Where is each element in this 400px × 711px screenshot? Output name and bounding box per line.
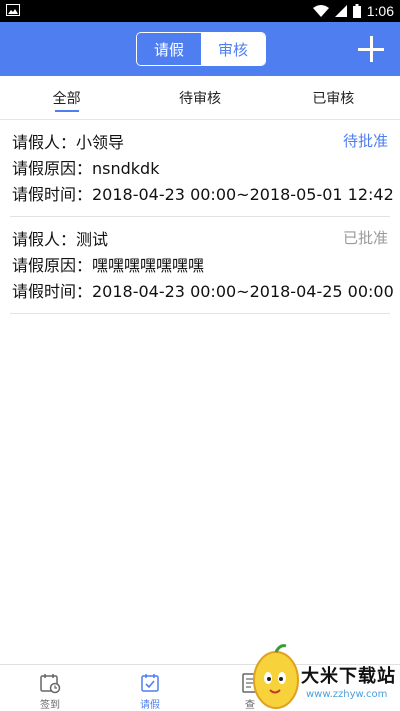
status-badge: 待批准 <box>342 132 388 150</box>
leave-time: 请假时间：2018-04-23 00:00~2018-04-25 00:00 <box>12 282 394 301</box>
segment-leave[interactable]: 请假 <box>137 33 201 65</box>
add-button[interactable] <box>358 36 384 62</box>
battery-icon <box>352 4 361 18</box>
nav-item-checkin[interactable]: 签到 <box>0 665 100 711</box>
tab-reviewed[interactable]: 已审核 <box>267 76 400 119</box>
calendar-clock-icon <box>40 674 61 694</box>
status-bar: 1:06 <box>0 0 400 22</box>
tab-pending[interactable]: 待审核 <box>133 76 266 119</box>
leave-request-list: 请假人：小领导 待批准 请假原因：nsndkdk 请假时间：2018-04-23… <box>0 120 400 314</box>
status-time: 1:06 <box>366 3 394 19</box>
calendar-check-icon <box>141 674 159 692</box>
nav-label: 请假 <box>140 700 160 711</box>
watermark-text: 大米下载站 <box>301 666 396 687</box>
app-header: 请假 审核 <box>0 22 400 76</box>
list-item[interactable]: 请假人：小领导 待批准 请假原因：nsndkdk 请假时间：2018-04-23… <box>10 120 394 217</box>
leave-reason: 请假原因：嘿嘿嘿嘿嘿嘿嘿 <box>12 256 205 275</box>
leave-time: 请假时间：2018-04-23 00:00~2018-05-01 12:42 <box>12 185 394 204</box>
segment-control: 请假 审核 <box>136 32 266 66</box>
leave-reason: 请假原因：nsndkdk <box>12 159 160 178</box>
tab-label: 全部 <box>52 90 81 107</box>
segment-review[interactable]: 审核 <box>201 33 265 65</box>
signal-icon <box>334 5 347 17</box>
list-item[interactable]: 请假人：测试 已批准 请假原因：嘿嘿嘿嘿嘿嘿嘿 请假时间：2018-04-23 … <box>10 217 394 314</box>
watermark: 大米下载站 www.zzhyw.com <box>246 640 400 711</box>
applicant: 请假人：小领导 <box>12 133 125 152</box>
image-notification-icon <box>6 4 20 16</box>
plus-icon-stroke <box>369 36 373 62</box>
nav-item-leave[interactable]: 请假 <box>100 665 200 711</box>
tab-all[interactable]: 全部 <box>0 76 133 119</box>
tab-label: 已审核 <box>312 90 355 107</box>
tab-label: 待审核 <box>178 90 221 107</box>
filter-tabs: 全部 待审核 已审核 <box>0 76 400 120</box>
applicant: 请假人：测试 <box>12 230 109 249</box>
mascot-logo <box>253 644 299 709</box>
status-badge: 已批准 <box>342 229 388 247</box>
nav-label: 签到 <box>40 700 60 711</box>
status-indicators: 1:06 <box>312 0 394 22</box>
watermark-url: www.zzhyw.com <box>306 689 388 700</box>
wifi-icon <box>312 5 329 17</box>
tab-active-indicator <box>54 110 79 112</box>
